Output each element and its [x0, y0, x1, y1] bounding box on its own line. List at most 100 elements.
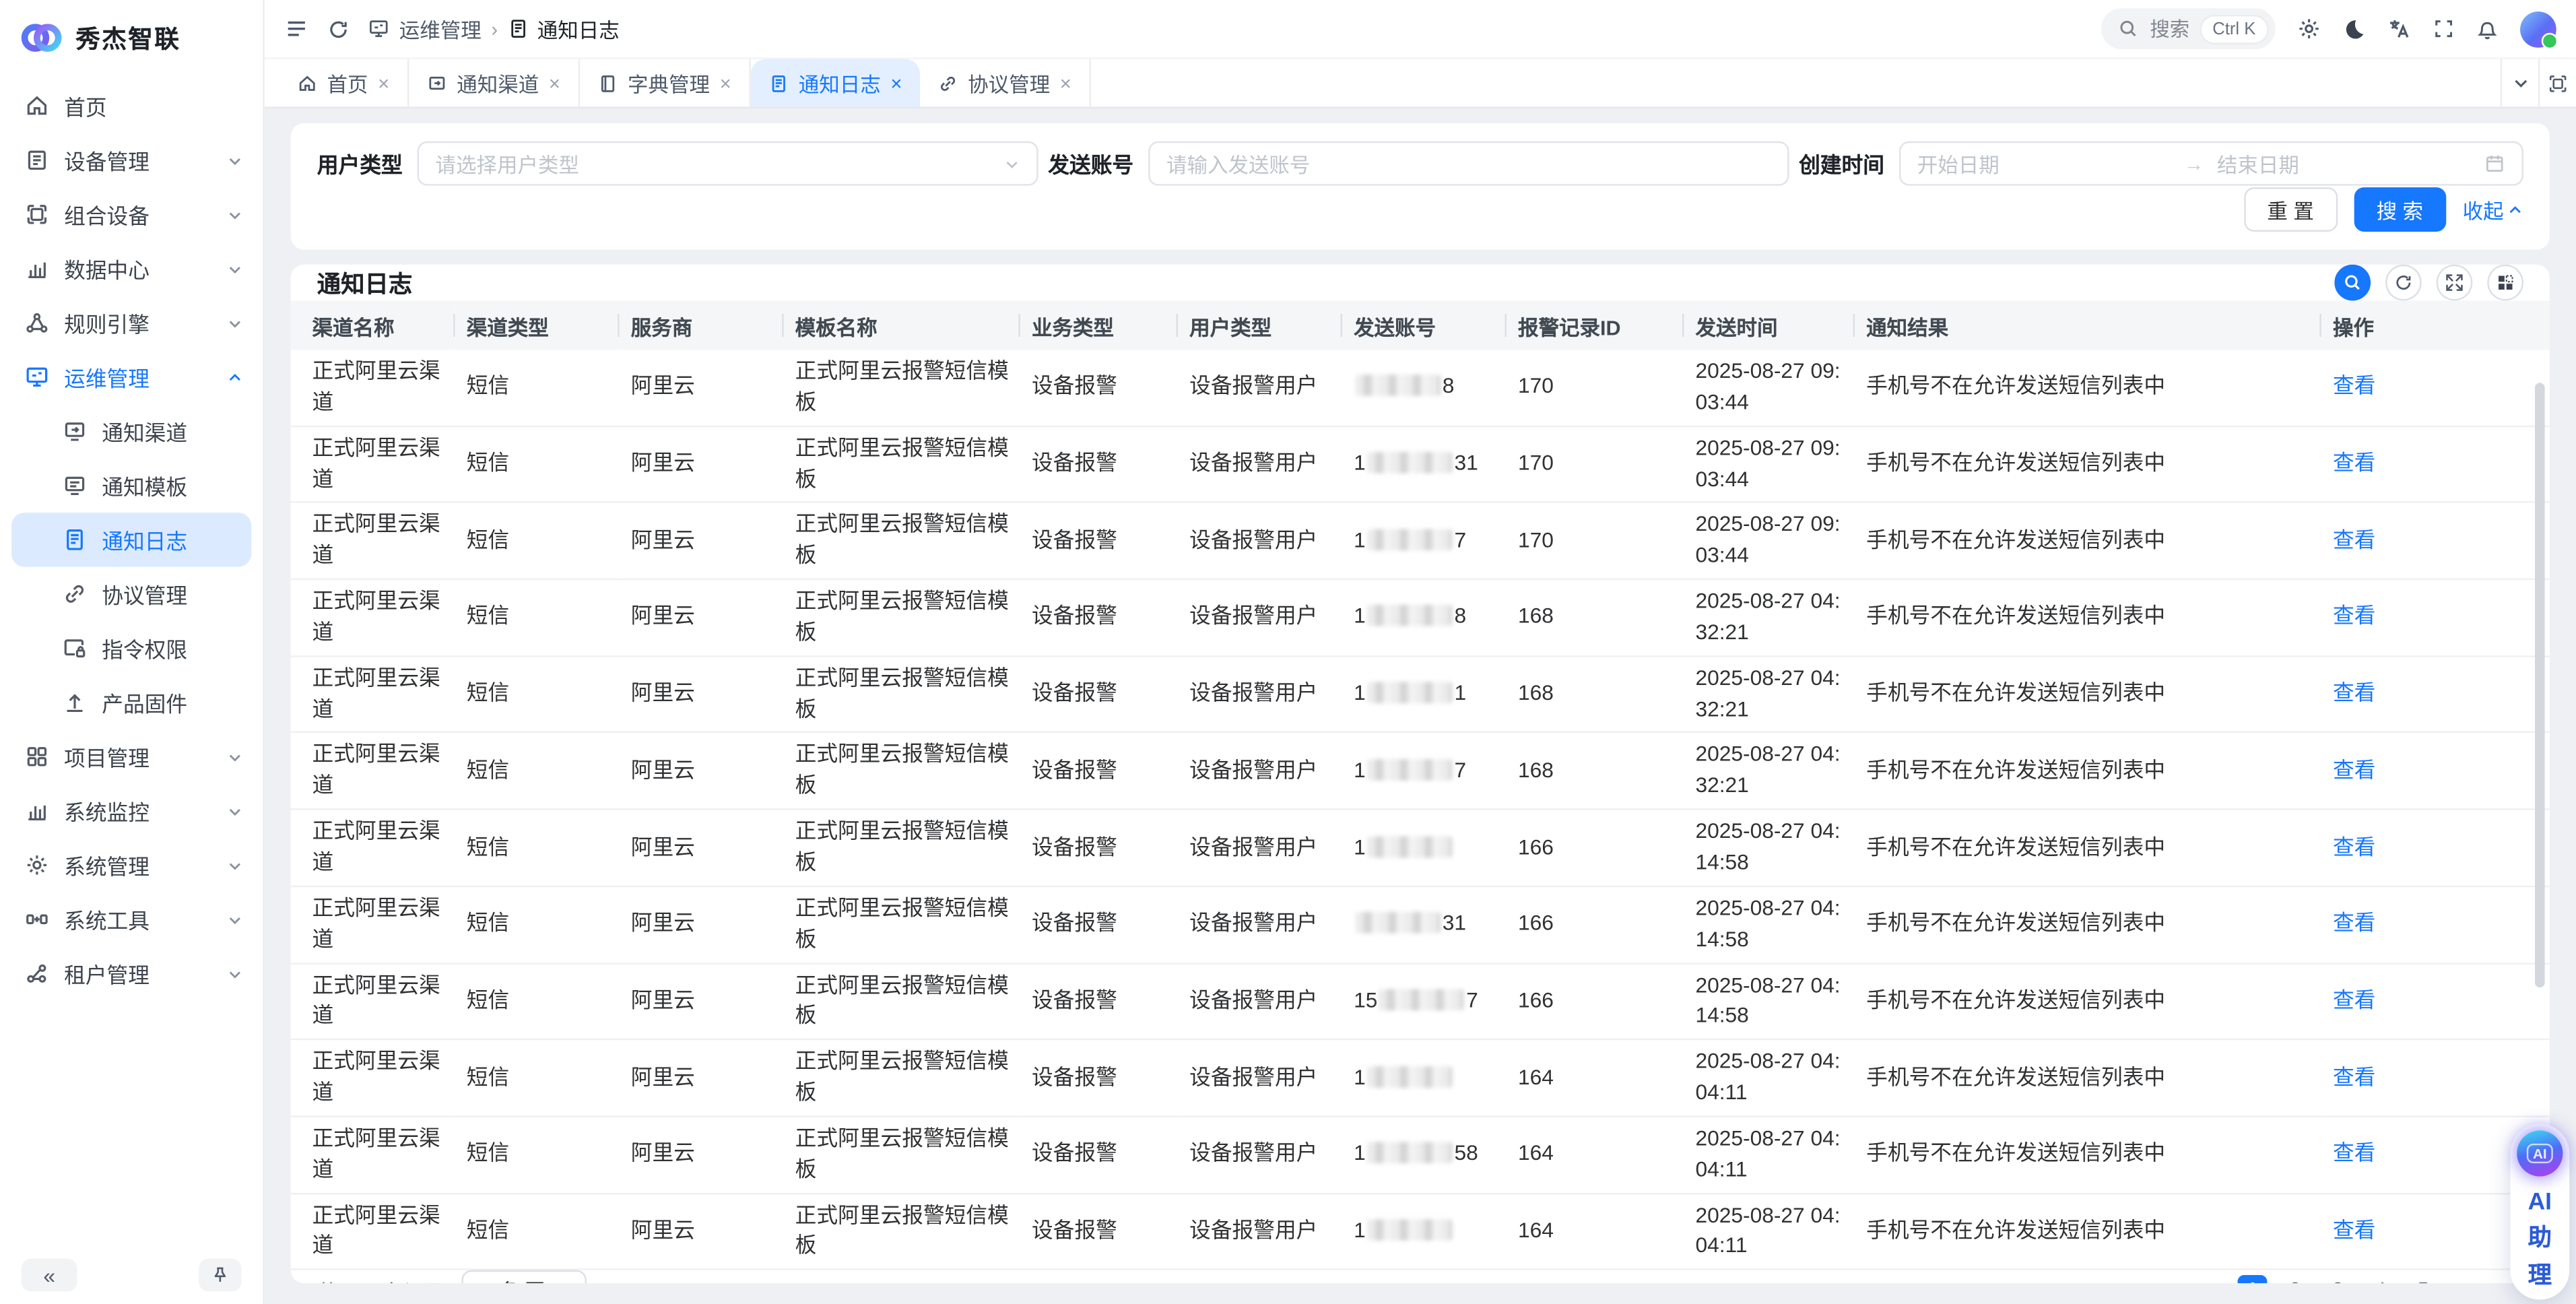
tab-notify-log[interactable]: 通知日志 × — [751, 59, 920, 107]
cell-action: 查看 — [2321, 426, 2550, 502]
start-date-input[interactable]: 开始日期 — [1917, 148, 2171, 179]
sidebar-subitem-protocol[interactable]: 协议管理 — [0, 567, 263, 622]
cell-provider: 阿里云 — [620, 886, 784, 963]
language-button[interactable] — [2387, 16, 2412, 41]
monitor-chart-icon — [25, 799, 50, 824]
global-search-button[interactable]: 搜索 Ctrl K — [2101, 8, 2275, 49]
view-link[interactable]: 查看 — [2333, 374, 2375, 399]
user-type-select[interactable]: 请选择用户类型 — [418, 141, 1038, 186]
page-button-5[interactable]: 5 — [2408, 1276, 2438, 1284]
sidebar-item-monitoring[interactable]: 系统监控 — [0, 784, 263, 839]
sidebar-item-devices[interactable]: 设备管理 — [0, 133, 263, 188]
view-link[interactable]: 查看 — [2333, 757, 2375, 782]
sidebar-item-ops[interactable]: 运维管理 — [0, 350, 263, 405]
tab-dictionary[interactable]: 字典管理 × — [580, 59, 751, 107]
breadcrumb-section[interactable]: 运维管理 — [399, 13, 482, 44]
page-button-4[interactable]: 4 — [2366, 1276, 2396, 1284]
column-header: 用户类型 — [1178, 300, 1342, 350]
back-five-pages-button[interactable] — [2152, 1276, 2182, 1284]
settings-button[interactable] — [2297, 16, 2321, 41]
sidebar-subitem-notify-template[interactable]: 通知模板 — [0, 459, 263, 513]
view-link[interactable]: 查看 — [2333, 911, 2375, 936]
collapse-filters-link[interactable]: 收起 — [2463, 194, 2523, 225]
table-scrollbar[interactable] — [2535, 383, 2545, 987]
table-fullscreen-button[interactable] — [2437, 265, 2473, 301]
close-tab-icon[interactable]: × — [890, 73, 902, 93]
search-button[interactable]: 搜 索 — [2353, 187, 2446, 232]
first-page-button[interactable] — [2109, 1276, 2139, 1284]
page-button-3[interactable]: 3 — [2323, 1276, 2352, 1284]
cell-provider: 阿里云 — [620, 1116, 784, 1193]
view-link[interactable]: 查看 — [2333, 834, 2375, 859]
sidebar-subitem-notify-channel[interactable]: 通知渠道 — [0, 404, 263, 459]
sidebar-item-system-tools[interactable]: 系统工具 — [0, 892, 263, 947]
user-avatar[interactable] — [2520, 11, 2556, 47]
prev-page-button[interactable] — [2195, 1276, 2224, 1284]
ai-assistant-button[interactable]: AI AI助理 — [2510, 1124, 2569, 1300]
cell-provider: 阿里云 — [620, 502, 784, 579]
tab-notify-channel[interactable]: 通知渠道 × — [409, 59, 580, 107]
menu-toggle-button[interactable] — [284, 16, 309, 41]
sidebar-subitem-firmware[interactable]: 产品固件 — [0, 676, 263, 730]
sidebar-item-tenants[interactable]: 租户管理 — [0, 946, 263, 1001]
page-size-select[interactable]: 20条/页 — [461, 1270, 586, 1283]
refresh-page-button[interactable] — [327, 18, 350, 40]
cell-template-name: 正式阿里云报警短信模板 — [784, 886, 1020, 963]
column-header: 业务类型 — [1020, 300, 1178, 350]
tab-home[interactable]: 首页 × — [277, 59, 409, 107]
reset-button[interactable]: 重 置 — [2244, 187, 2337, 232]
masked-phone-number — [1367, 452, 1453, 474]
cell-user-type: 设备报警用户 — [1178, 963, 1342, 1039]
account-input[interactable]: 请输入发送账号 — [1148, 141, 1789, 186]
content-fullscreen-button[interactable] — [2538, 59, 2576, 107]
cell-biz-type: 设备报警 — [1020, 886, 1178, 963]
end-date-input[interactable]: 结束日期 — [2217, 148, 2471, 179]
view-link[interactable]: 查看 — [2333, 987, 2375, 1012]
next-page-button[interactable] — [2451, 1276, 2481, 1284]
cell-record-id: 170 — [1507, 502, 1684, 579]
table-refresh-button[interactable] — [2385, 265, 2422, 301]
pin-sidebar-button[interactable] — [199, 1259, 241, 1292]
sidebar-subitem-command-perm[interactable]: 指令权限 — [0, 621, 263, 676]
cell-send-time: 2025-08-27 09:03:44 — [1684, 350, 1855, 426]
table-search-button[interactable] — [2334, 265, 2371, 301]
tab-protocol[interactable]: 协议管理 × — [920, 59, 1091, 107]
dark-mode-button[interactable] — [2343, 18, 2366, 40]
view-link[interactable]: 查看 — [2333, 451, 2375, 476]
view-link[interactable]: 查看 — [2333, 1141, 2375, 1166]
close-tab-icon[interactable]: × — [1060, 73, 1071, 93]
collapse-sidebar-button[interactable]: « — [22, 1259, 77, 1292]
fullscreen-button[interactable] — [2433, 18, 2455, 40]
sidebar-item-home[interactable]: 首页 — [0, 79, 263, 133]
sidebar-item-data-center[interactable]: 数据中心 — [0, 242, 263, 296]
cell-template-name: 正式阿里云报警短信模板 — [784, 502, 1020, 579]
table-row: 正式阿里云渠道短信阿里云正式阿里云报警短信模板设备报警设备报警用户1311702… — [291, 426, 2550, 502]
sidebar-item-system-mgmt[interactable]: 系统管理 — [0, 838, 263, 892]
view-link[interactable]: 查看 — [2333, 604, 2375, 628]
page-button-1[interactable]: 1 — [2237, 1276, 2267, 1284]
view-link[interactable]: 查看 — [2333, 1064, 2375, 1089]
sidebar-subitem-notify-log[interactable]: 通知日志 — [11, 513, 251, 567]
view-link[interactable]: 查看 — [2333, 680, 2375, 705]
tab-list-dropdown-button[interactable] — [2501, 59, 2538, 107]
notifications-button[interactable] — [2476, 18, 2499, 40]
sidebar-item-combos[interactable]: 组合设备 — [0, 187, 263, 242]
column-settings-button[interactable] — [2487, 265, 2523, 301]
close-tab-icon[interactable]: × — [378, 73, 389, 93]
main-area: 运维管理 › 通知日志 搜索 Ctrl K — [265, 0, 2576, 1304]
sidebar-item-rule-engine[interactable]: 规则引擎 — [0, 296, 263, 350]
cell-send-account: 158 — [1342, 1116, 1507, 1193]
cell-biz-type: 设备报警 — [1020, 1039, 1178, 1116]
close-tab-icon[interactable]: × — [720, 73, 731, 93]
close-tab-icon[interactable]: × — [549, 73, 560, 93]
view-link[interactable]: 查看 — [2333, 527, 2375, 552]
page-button-2[interactable]: 2 — [2280, 1276, 2310, 1284]
cell-record-id: 170 — [1507, 426, 1684, 502]
view-link[interactable]: 查看 — [2333, 1218, 2375, 1243]
cell-biz-type: 设备报警 — [1020, 1116, 1178, 1193]
sidebar-item-projects[interactable]: 项目管理 — [0, 729, 263, 784]
share-nodes-icon — [25, 961, 50, 986]
cell-template-name: 正式阿里云报警短信模板 — [784, 350, 1020, 426]
cell-send-time: 2025-08-27 09:03:44 — [1684, 502, 1855, 579]
date-range-picker[interactable]: 开始日期 → 结束日期 — [1899, 141, 2523, 186]
